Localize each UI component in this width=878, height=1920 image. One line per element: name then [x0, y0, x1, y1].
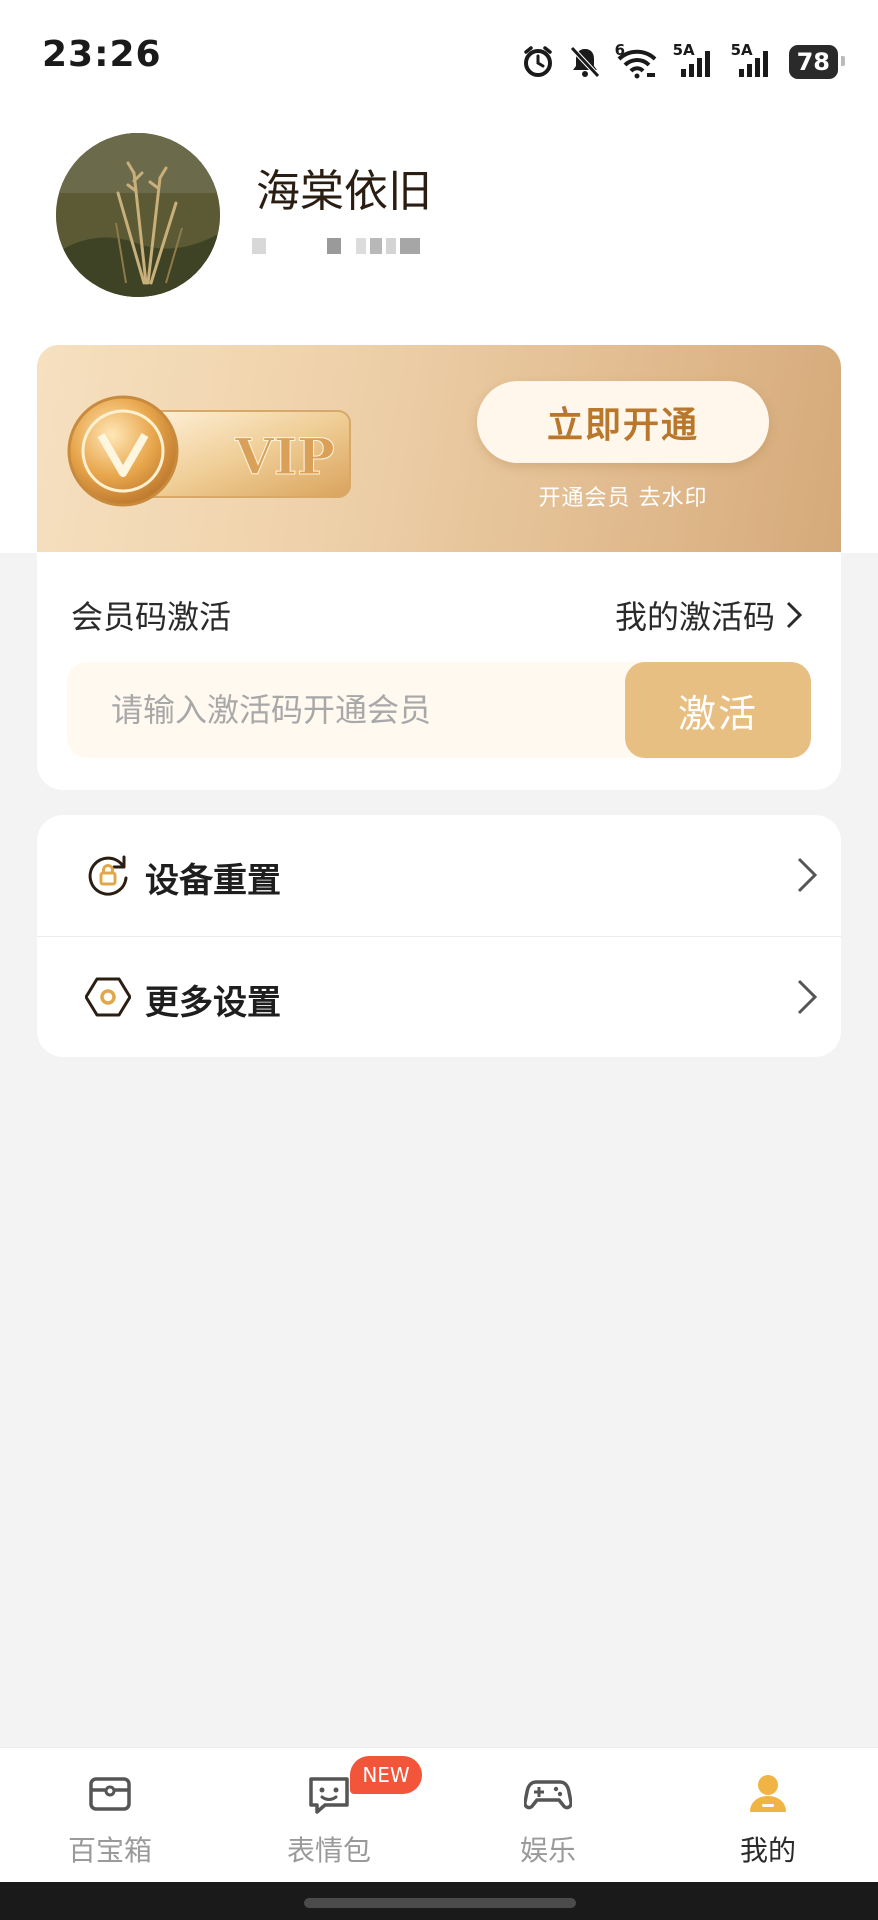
activate-button[interactable]: 激活: [625, 662, 811, 758]
vip-banner[interactable]: VIP 立即开通 开通会员 去水印: [37, 345, 841, 552]
status-bar: 23:26 6 5A 5A 78: [0, 0, 878, 118]
activation-title: 会员码激活: [71, 598, 232, 636]
vip-badge-icon: VIP: [67, 395, 351, 507]
menu-label-device-reset: 设备重置: [145, 861, 281, 901]
chevron-right-icon: [786, 601, 803, 629]
gamepad-icon: [524, 1780, 572, 1810]
activation-card: 会员码激活 我的激活码 激活: [37, 552, 841, 790]
username: 海棠依旧: [256, 166, 432, 217]
bottom-navigation: 百宝箱 表情包 NEW 娱乐 我的: [0, 1747, 878, 1883]
activation-input-group: 激活: [67, 662, 811, 758]
battery-indicator: 78: [788, 45, 846, 79]
toolbox-icon: [89, 1777, 131, 1811]
chevron-right-icon: [797, 979, 818, 1015]
user-id-redacted: [252, 238, 422, 256]
vip-badge-text: VIP: [234, 427, 335, 486]
chevron-right-icon: [797, 857, 818, 893]
my-codes-label: 我的激活码: [614, 598, 775, 636]
user-icon: [750, 1775, 786, 1812]
settings-menu: 设备重置 更多设置: [37, 815, 841, 1057]
signal-icon-1: 5A: [673, 41, 717, 79]
activation-code-input[interactable]: [67, 662, 607, 758]
nav-label-toolbox: 百宝箱: [67, 1834, 152, 1867]
mute-bell-icon: [569, 45, 601, 79]
nav-label-entertainment: 娱乐: [519, 1834, 576, 1867]
nav-label-profile: 我的: [739, 1834, 796, 1867]
lock-refresh-icon: [88, 855, 128, 896]
menu-item-more-settings[interactable]: 更多设置: [37, 937, 841, 1057]
my-codes-link[interactable]: 我的激活码: [615, 592, 803, 638]
alarm-icon: [521, 45, 555, 79]
wifi-icon: 6: [615, 41, 659, 79]
menu-item-device-reset[interactable]: 设备重置: [37, 815, 841, 935]
signal-icon-2: 5A: [731, 41, 775, 79]
avatar-image: [56, 133, 220, 297]
nav-item-profile[interactable]: 我的: [658, 1748, 878, 1883]
vip-open-button[interactable]: 立即开通: [477, 381, 769, 463]
menu-label-more-settings: 更多设置: [145, 983, 281, 1023]
nav-item-toolbox[interactable]: 百宝箱: [0, 1748, 220, 1883]
hexagon-settings-icon: [85, 977, 131, 1017]
nav-item-entertainment[interactable]: 娱乐: [438, 1748, 658, 1883]
chat-face-icon: [309, 1777, 349, 1814]
nav-label-stickers: 表情包: [286, 1834, 371, 1867]
status-time: 23:26: [42, 34, 162, 75]
system-gesture-bar: [0, 1882, 878, 1920]
vip-subtitle: 开通会员 去水印: [538, 486, 708, 511]
avatar[interactable]: [56, 133, 220, 297]
home-indicator[interactable]: [304, 1898, 576, 1908]
new-badge: NEW: [350, 1756, 422, 1794]
status-icons: 6 5A 5A 78: [521, 40, 846, 84]
